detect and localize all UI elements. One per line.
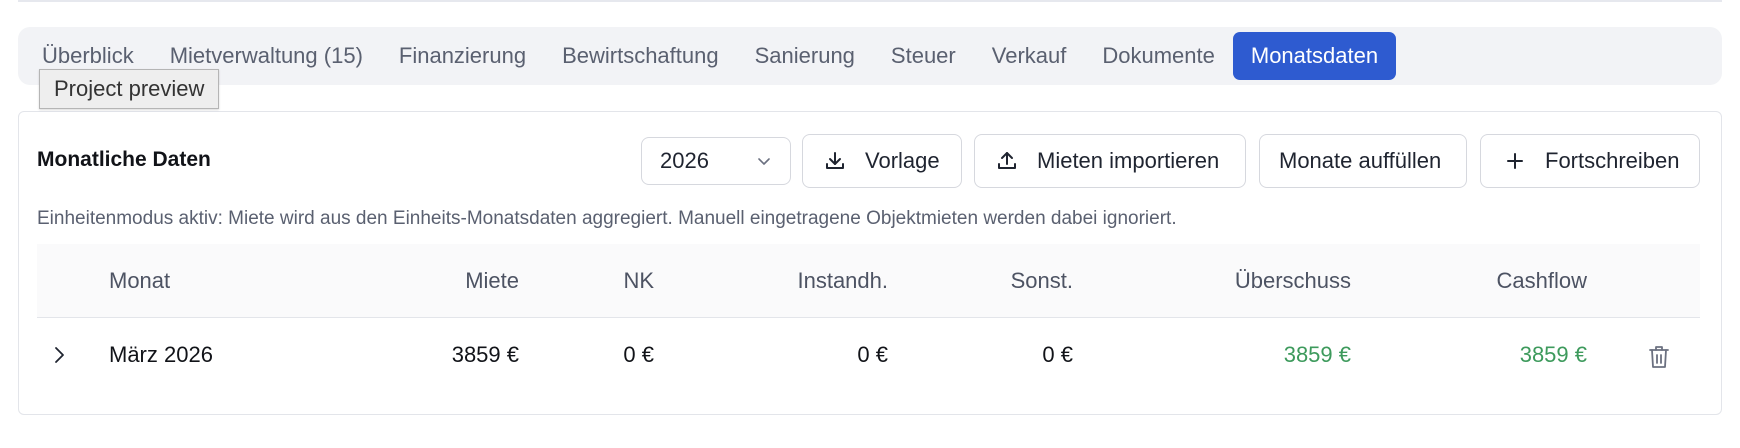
template-download-button[interactable]: Vorlage — [802, 134, 962, 188]
table-row: März 2026 3859 € 0 € 0 € 0 € 3859 € 3859… — [37, 319, 1700, 395]
top-divider — [18, 0, 1722, 2]
year-select[interactable]: 2026 — [641, 137, 791, 185]
fill-months-label: Monate auffüllen — [1279, 148, 1442, 173]
extend-button[interactable]: Fortschreiben — [1480, 134, 1700, 188]
header-other: Sonst. — [1010, 268, 1073, 293]
cell-surplus: 3859 € — [1283, 342, 1351, 367]
header-surplus: Überschuss — [1234, 268, 1351, 293]
tab-sanierung[interactable]: Sanierung — [737, 32, 873, 80]
cell-nk: 0 € — [623, 342, 654, 367]
monthly-data-card: Monatliche Daten 2026 Vorlage Mieten imp… — [18, 111, 1722, 415]
cell-cashflow: 3859 € — [1519, 342, 1587, 367]
table-header: Monat Miete NK Instandh. Sonst. Überschu… — [37, 244, 1700, 318]
import-rents-label: Mieten importieren — [1037, 148, 1220, 173]
project-preview-tooltip: Project preview — [39, 69, 220, 109]
cell-month: März 2026 — [109, 342, 213, 367]
cell-rent: 3859 € — [451, 342, 519, 367]
tab-dokumente[interactable]: Dokumente — [1084, 32, 1233, 80]
cell-maintenance: 0 € — [857, 342, 888, 367]
tab-bar: Überblick Mietverwaltung (15) Finanzieru… — [18, 27, 1722, 85]
header-nk: NK — [623, 268, 654, 293]
tab-bewirtschaftung[interactable]: Bewirtschaftung — [544, 32, 737, 80]
fill-months-button[interactable]: Monate auffüllen — [1259, 134, 1467, 188]
year-select-value: 2026 — [660, 148, 709, 173]
chevron-right-icon[interactable] — [51, 345, 67, 370]
trash-icon[interactable] — [1647, 344, 1671, 375]
header-month: Monat — [109, 268, 171, 293]
tab-verkauf[interactable]: Verkauf — [974, 32, 1085, 80]
download-icon — [823, 149, 847, 173]
card-title: Monatliche Daten — [37, 148, 211, 171]
cell-other: 0 € — [1042, 342, 1073, 367]
tab-steuer[interactable]: Steuer — [873, 32, 974, 80]
plus-icon — [1503, 149, 1527, 173]
tab-finanzierung[interactable]: Finanzierung — [381, 32, 544, 80]
tab-monatsdaten[interactable]: Monatsdaten — [1232, 32, 1397, 80]
template-download-label: Vorlage — [865, 148, 940, 173]
upload-icon — [995, 149, 1019, 173]
header-cashflow: Cashflow — [1496, 268, 1587, 293]
extend-label: Fortschreiben — [1545, 148, 1680, 173]
import-rents-button[interactable]: Mieten importieren — [974, 134, 1246, 188]
header-maintenance: Instandh. — [797, 268, 888, 293]
chevron-down-icon — [756, 153, 772, 169]
header-rent: Miete — [465, 268, 519, 293]
units-mode-info: Einheitenmodus aktiv: Miete wird aus den… — [37, 208, 1177, 229]
